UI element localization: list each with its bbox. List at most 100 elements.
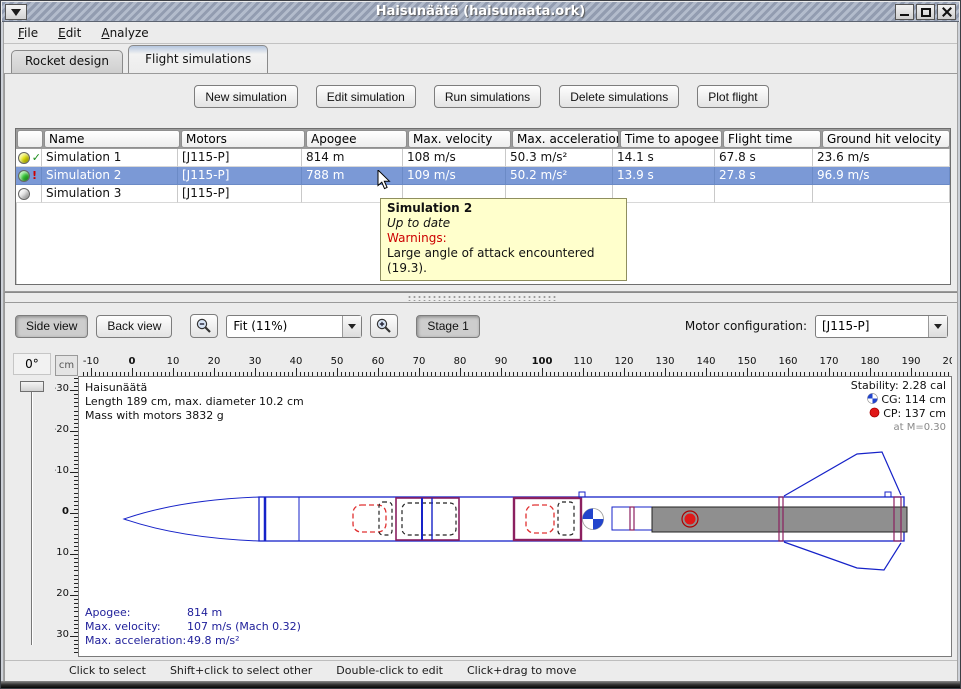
- tooltip-warning-text: Large angle of attack encountered (19.3)…: [387, 246, 620, 276]
- rocket-scene: 0° cm -100102030405060708090100110120130…: [5, 351, 958, 659]
- stage-1-toggle[interactable]: Stage 1: [416, 315, 479, 338]
- cell-max-velocity: 109 m/s: [403, 167, 506, 185]
- back-view-button[interactable]: Back view: [96, 315, 172, 338]
- edit-simulation-button[interactable]: Edit simulation: [316, 85, 416, 108]
- zoom-select[interactable]: Fit (11%): [226, 315, 362, 338]
- magnifier-minus-icon: [195, 317, 213, 335]
- rocket-canvas[interactable]: Haisunäätä Length 189 cm, max. diameter …: [78, 376, 952, 657]
- h-ruler-label: 80: [445, 356, 475, 367]
- tab-flight-simulations[interactable]: Flight simulations: [128, 45, 268, 73]
- combo-arrow-button[interactable]: [342, 316, 361, 337]
- rocket-name: Haisunäätä: [85, 381, 304, 395]
- h-ruler-label: 20: [199, 356, 229, 367]
- simulation-actions: New simulation Edit simulation Run simul…: [5, 85, 958, 108]
- zoom-in-button[interactable]: [370, 314, 398, 338]
- rocket-info: Haisunäätä Length 189 cm, max. diameter …: [85, 381, 304, 423]
- rotation-slider[interactable]: [13, 379, 51, 651]
- max-acceleration-label: Max. acceleration:: [85, 634, 187, 648]
- cell-motors: [J115-P]: [178, 167, 302, 185]
- h-ruler-label: 70: [404, 356, 434, 367]
- v-ruler-label: 30: [56, 629, 69, 640]
- vertical-ruler: -30-20-100102030: [55, 376, 78, 657]
- fin-upper[interactable]: [784, 452, 901, 496]
- menu-file[interactable]: File: [8, 24, 48, 42]
- cell-max-velocity: 108 m/s: [403, 149, 506, 167]
- cell-motors: [J115-P]: [178, 149, 302, 167]
- column-flight-time[interactable]: Flight time: [723, 130, 821, 148]
- cell-ground-hit: [813, 185, 950, 203]
- hint-shift-click: Shift+click to select other: [170, 664, 312, 677]
- cell-name: Simulation 3: [42, 185, 178, 203]
- combo-arrow-button[interactable]: [928, 316, 947, 337]
- h-ruler-label: 30: [240, 356, 270, 367]
- inner-tube[interactable]: [612, 507, 652, 530]
- close-button[interactable]: [937, 4, 956, 20]
- max-velocity-value: 107 m/s (Mach 0.32): [187, 620, 301, 634]
- cell-flight-time: [715, 185, 813, 203]
- h-ruler-label: 130: [650, 356, 680, 367]
- menu-edit[interactable]: Edit: [48, 24, 91, 42]
- cell-max-acceleration: 50.2 m/s²: [506, 167, 613, 185]
- v-ruler-label: -20: [55, 424, 69, 435]
- cell-time-to-apogee: [613, 185, 715, 203]
- cp-legend-icon: [869, 407, 880, 418]
- column-apogee[interactable]: Apogee: [306, 130, 407, 148]
- status-warning-icon: !: [32, 170, 37, 182]
- split-divider[interactable]: [4, 292, 959, 303]
- status-ok-icon: [18, 152, 30, 164]
- stability-info: Stability: 2.28 cal CG: 114 cm CP: 137 c…: [851, 379, 946, 435]
- cg-value: CG: 114 cm: [881, 393, 946, 406]
- nose-cone[interactable]: [124, 497, 259, 541]
- v-ruler-label: 20: [56, 588, 69, 599]
- column-motors[interactable]: Motors: [181, 130, 305, 148]
- simulation-tooltip: Simulation 2 Up to date Warnings: Large …: [380, 198, 627, 281]
- titlebar[interactable]: Haisunäätä (haisunaata.ork): [2, 2, 959, 22]
- h-ruler-label: 10: [158, 356, 188, 367]
- max-acceleration-value: 49.8 m/s²: [187, 634, 301, 648]
- hint-bar: Click to select Shift+click to select ot…: [5, 660, 958, 679]
- h-ruler-label: 60: [363, 356, 393, 367]
- rocket-dimensions: Length 189 cm, max. diameter 10.2 cm: [85, 395, 304, 409]
- column-ground-hit-velocity[interactable]: Ground hit velocity: [822, 130, 950, 148]
- flight-simulations-pane: New simulation Edit simulation Run simul…: [4, 73, 959, 292]
- slider-handle[interactable]: [20, 381, 44, 392]
- h-ruler-label: 150: [732, 356, 762, 367]
- column-name[interactable]: Name: [44, 130, 180, 148]
- new-simulation-button[interactable]: New simulation: [194, 85, 297, 108]
- chevron-down-icon: [934, 324, 942, 329]
- motor-configuration-label: Motor configuration:: [685, 319, 807, 333]
- column-time-to-apogee[interactable]: Time to apogee: [620, 130, 722, 148]
- apogee-value: 814 m: [187, 606, 301, 620]
- cell-name: Simulation 2: [42, 167, 178, 185]
- mouse-cursor-icon: [377, 170, 393, 190]
- window-border-bottom[interactable]: [1, 681, 960, 688]
- fin-lower[interactable]: [784, 542, 901, 570]
- delete-simulations-button[interactable]: Delete simulations: [559, 85, 679, 108]
- window-border-right: [957, 22, 960, 681]
- side-view-button[interactable]: Side view: [15, 315, 88, 338]
- launch-lug[interactable]: [579, 492, 585, 497]
- table-row-selected[interactable]: ! Simulation 2 [J115-P] 788 m 109 m/s 50…: [16, 167, 950, 185]
- column-status[interactable]: [17, 130, 43, 148]
- cp-value: CP: 137 cm: [883, 407, 946, 420]
- magnifier-plus-icon: [375, 317, 393, 335]
- mach-condition: at M=0.30: [851, 421, 946, 435]
- tab-rocket-design[interactable]: Rocket design: [11, 50, 123, 73]
- h-ruler-label: 160: [773, 356, 803, 367]
- app-window: Haisunäätä (haisunaata.ork) File Edit An…: [0, 0, 961, 689]
- menu-analyze[interactable]: Analyze: [91, 24, 158, 42]
- motor-configuration-select[interactable]: [J115-P]: [815, 315, 948, 338]
- h-ruler-label: 100: [527, 356, 557, 367]
- minimize-button[interactable]: [895, 4, 914, 20]
- column-max-velocity[interactable]: Max. velocity: [408, 130, 511, 148]
- hint-drag: Click+drag to move: [467, 664, 576, 677]
- table-row[interactable]: ✓ Simulation 1 [J115-P] 814 m 108 m/s 50…: [16, 149, 950, 167]
- plot-flight-button[interactable]: Plot flight: [697, 85, 768, 108]
- h-ruler-label: 200: [937, 356, 952, 367]
- maximize-button[interactable]: [916, 4, 935, 20]
- v-ruler-label: -10: [55, 465, 69, 476]
- run-simulations-button[interactable]: Run simulations: [434, 85, 541, 108]
- rocket-view-pane: Side view Back view Fit (11%): [4, 303, 959, 682]
- zoom-out-button[interactable]: [190, 314, 218, 338]
- column-max-acceleration[interactable]: Max. acceleration: [512, 130, 619, 148]
